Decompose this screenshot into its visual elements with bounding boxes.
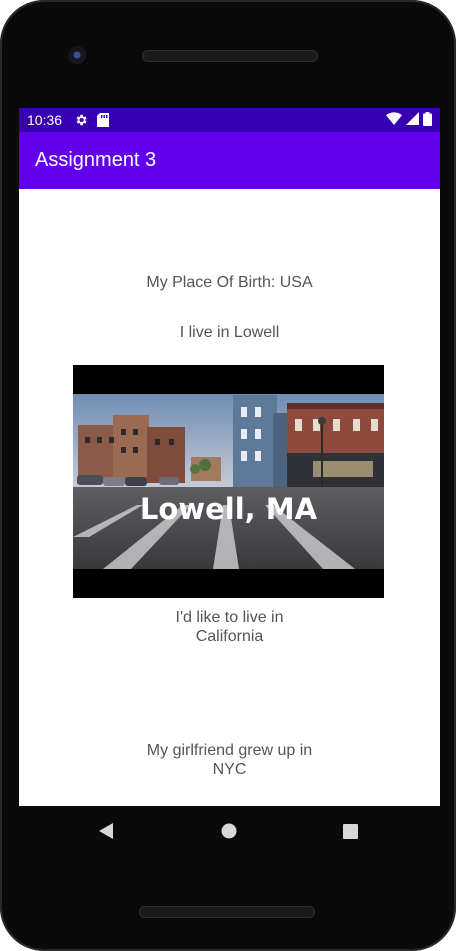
app-bar: Assignment 3 [19, 132, 440, 189]
status-time: 10:36 [27, 112, 63, 128]
girlfriend-line2: NYC [212, 761, 247, 778]
device-screen: 10:36 Assignment 3 My Place Of Birth: US… [19, 108, 440, 806]
wifi-icon [386, 112, 402, 128]
like-to-live-line2: California [195, 628, 264, 645]
phone-frame: 10:36 Assignment 3 My Place Of Birth: US… [0, 0, 456, 951]
navigation-bar [0, 806, 456, 856]
girlfriend-line1: My girlfriend grew up in [146, 742, 313, 759]
battery-icon [423, 111, 432, 129]
cell-signal-icon [406, 112, 419, 128]
recents-icon[interactable] [343, 824, 358, 839]
app-title: Assignment 3 [35, 149, 157, 171]
live-in-text: I live in Lowell [179, 324, 280, 341]
place-of-birth-text: My Place Of Birth: USA [146, 274, 313, 291]
front-camera [68, 46, 88, 66]
like-to-live-line1: I'd like to live in [175, 609, 284, 626]
gear-icon [74, 113, 88, 127]
photo-caption-text: Lowell, MA [140, 492, 318, 526]
lowell-photo: Lowell, MA [73, 365, 384, 598]
home-icon[interactable] [221, 823, 237, 839]
status-bar: 10:36 [19, 108, 440, 132]
main-content: My Place Of Birth: USA I live in Lowell [19, 189, 440, 806]
bottom-speaker [139, 906, 315, 918]
sd-card-icon [96, 113, 110, 127]
earpiece-speaker [142, 50, 318, 62]
back-icon[interactable] [98, 823, 114, 839]
